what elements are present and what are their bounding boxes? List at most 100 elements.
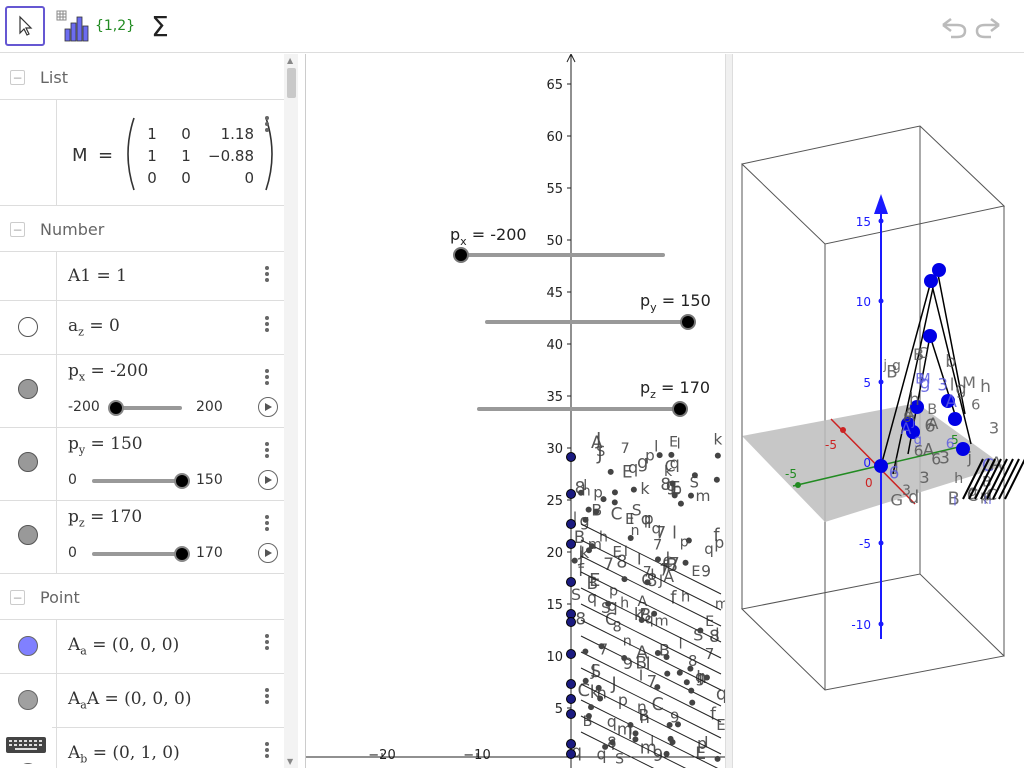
canvas-slider-knob[interactable] bbox=[680, 314, 696, 330]
list-tool-button[interactable]: {1,2} bbox=[95, 6, 135, 46]
axis-point[interactable] bbox=[566, 679, 576, 689]
slider-min-label: 0 bbox=[68, 472, 77, 488]
more-options-icon[interactable] bbox=[262, 634, 272, 652]
graphics-3d-canvas[interactable]: 151050-5-10-5-550g g6ACh 6jgCC3AG BdAg3hl6B… bbox=[733, 54, 1024, 768]
graphics-view-3d[interactable]: 15 10 5 0 -5 -10 -5 -5 5 0 g g 6 A Ch 6 j g C C 3 A G Bd Ag 3 h l 6 B… bbox=[733, 54, 1024, 768]
point-marker[interactable] bbox=[948, 412, 962, 426]
z-tick-label: -5 bbox=[859, 537, 871, 551]
visibility-toggle[interactable] bbox=[18, 379, 38, 399]
point-marker[interactable] bbox=[923, 329, 937, 343]
redo-button[interactable] bbox=[974, 14, 1004, 42]
y-tick-label: 60 bbox=[546, 130, 563, 145]
bar-chart-icon bbox=[56, 10, 89, 42]
move-tool-button[interactable] bbox=[5, 6, 45, 46]
scroll-up-icon[interactable]: ▲ bbox=[287, 56, 293, 65]
scroll-thumb[interactable] bbox=[287, 68, 296, 98]
axis-point[interactable] bbox=[566, 749, 576, 759]
slider-knob[interactable] bbox=[174, 546, 190, 562]
axis-point[interactable] bbox=[566, 617, 576, 627]
visibility-toggle[interactable] bbox=[18, 452, 38, 472]
axis-point[interactable] bbox=[566, 452, 576, 462]
algebra-row-point[interactable]: Aa = (0, 0, 0) bbox=[0, 620, 284, 674]
slider-knob[interactable] bbox=[108, 400, 124, 416]
matrix-display: M = 1 0 1.18 1 1 −0.88 0 0 0 bbox=[72, 117, 273, 191]
more-options-icon[interactable] bbox=[262, 515, 272, 533]
svg-text:J: J bbox=[590, 661, 596, 680]
algebra-row-slider-px[interactable]: px = -200 -200 200 bbox=[0, 355, 284, 428]
category-list: − List bbox=[0, 54, 284, 100]
more-options-icon[interactable] bbox=[262, 316, 272, 334]
collapse-icon[interactable]: − bbox=[10, 222, 25, 237]
play-icon bbox=[265, 476, 272, 484]
svg-text:M: M bbox=[962, 373, 976, 392]
svg-text:6: 6 bbox=[889, 463, 900, 483]
axis-point[interactable] bbox=[566, 739, 576, 749]
axis-point[interactable] bbox=[566, 649, 576, 659]
more-options-icon[interactable] bbox=[262, 266, 272, 284]
svg-text:h: h bbox=[980, 377, 991, 397]
scroll-down-icon[interactable]: ▼ bbox=[287, 757, 293, 766]
svg-text:9: 9 bbox=[701, 563, 711, 581]
more-options-icon[interactable] bbox=[262, 116, 272, 134]
y-tick-label: 45 bbox=[546, 286, 563, 301]
more-options-icon[interactable] bbox=[262, 369, 272, 387]
algebra-row-point[interactable]: AaA = (0, 0, 0) bbox=[0, 674, 284, 728]
slider-track[interactable] bbox=[92, 479, 182, 483]
axis-point[interactable] bbox=[566, 694, 576, 704]
axis-point[interactable] bbox=[566, 519, 576, 529]
more-options-icon[interactable] bbox=[262, 742, 272, 760]
more-options-icon[interactable] bbox=[262, 442, 272, 460]
more-options-icon[interactable] bbox=[262, 688, 272, 706]
point-expression: AaA = (0, 0, 0) bbox=[68, 689, 192, 712]
visibility-toggle[interactable] bbox=[18, 525, 38, 545]
sum-tool-button[interactable]: Σ bbox=[140, 6, 180, 46]
point-marker[interactable] bbox=[874, 459, 888, 473]
point-marker[interactable] bbox=[932, 263, 946, 277]
graphics-2d-canvas[interactable]: 65 60 55 50 45 40 35 30 25 20 15 10 5 −20 −10 px = -200… bbox=[306, 54, 725, 768]
svg-text:l: l bbox=[672, 524, 677, 544]
y-tick-label: 40 bbox=[546, 338, 563, 353]
z-axis-arrow bbox=[874, 194, 888, 214]
slider-track[interactable] bbox=[116, 406, 182, 410]
matrix-cell: 0 bbox=[181, 169, 191, 187]
slider-track[interactable] bbox=[92, 552, 182, 556]
graphics-view-2d[interactable]: 65 60 55 50 45 40 35 30 25 20 15 10 5 −20 −10 px = -200… bbox=[305, 54, 725, 768]
play-button[interactable] bbox=[258, 543, 278, 563]
collapse-icon[interactable]: − bbox=[10, 70, 25, 85]
keyboard-button[interactable] bbox=[0, 727, 52, 763]
axis-point[interactable] bbox=[566, 489, 576, 499]
axis-point[interactable] bbox=[566, 539, 576, 549]
collapse-icon[interactable]: − bbox=[10, 590, 25, 605]
algebra-row-az[interactable]: az = 0 bbox=[0, 301, 284, 355]
undo-button[interactable] bbox=[938, 14, 968, 42]
play-button[interactable] bbox=[258, 470, 278, 490]
point-expression: Ab = (0, 1, 0) bbox=[68, 743, 180, 766]
play-button[interactable] bbox=[258, 397, 278, 417]
svg-text:B: B bbox=[886, 362, 897, 381]
view-divider[interactable] bbox=[725, 54, 733, 768]
svg-text:k: k bbox=[640, 479, 650, 498]
svg-text:m: m bbox=[696, 487, 711, 505]
axis-point[interactable] bbox=[566, 709, 576, 719]
statistics-tool-button[interactable] bbox=[52, 6, 92, 46]
svg-text:B: B bbox=[915, 371, 925, 387]
visibility-toggle[interactable] bbox=[18, 636, 38, 656]
canvas-slider-knob[interactable] bbox=[672, 401, 688, 417]
algebra-row-a1[interactable]: A1 = 1 bbox=[0, 252, 284, 301]
y-tick-label: 65 bbox=[546, 78, 563, 93]
svg-text:E: E bbox=[622, 462, 633, 482]
algebra-row-slider-py[interactable]: py = 150 0 150 bbox=[0, 428, 284, 501]
visibility-toggle[interactable] bbox=[18, 317, 38, 337]
category-label: Number bbox=[40, 220, 105, 239]
axis-point[interactable] bbox=[566, 577, 576, 587]
svg-text:6: 6 bbox=[971, 397, 980, 414]
canvas-slider-knob[interactable] bbox=[453, 247, 469, 263]
algebra-row-slider-pz[interactable]: pz = 170 0 170 bbox=[0, 501, 284, 574]
visibility-toggle[interactable] bbox=[18, 690, 38, 710]
z-tick-label: 10 bbox=[856, 295, 871, 309]
slider-knob[interactable] bbox=[174, 473, 190, 489]
pointer-arrow-icon bbox=[19, 15, 33, 36]
algebra-scrollbar[interactable]: ▲ ▼ bbox=[284, 54, 298, 768]
matrix-cell: 1.18 bbox=[221, 125, 254, 143]
algebra-row-matrix[interactable]: M = 1 0 1.18 1 1 −0.88 0 0 0 bbox=[0, 100, 284, 206]
